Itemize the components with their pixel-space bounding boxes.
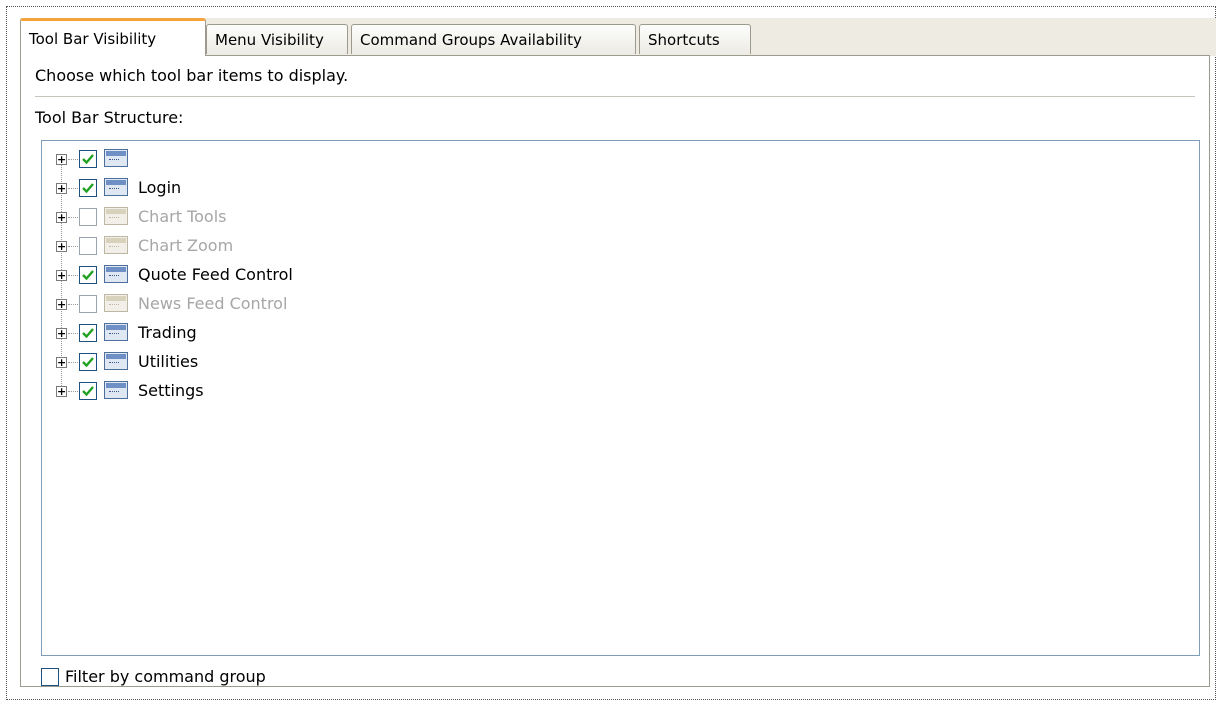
structure-label: Tool Bar Structure: [35, 108, 184, 127]
tree-connector [68, 333, 78, 334]
checked-checkbox[interactable] [79, 382, 97, 400]
toolbar-icon [104, 381, 128, 399]
expand-icon[interactable]: + [56, 154, 67, 165]
tree-item-label: Settings [138, 381, 204, 400]
toolbar-tree[interactable]: + + Login + Chart Tools + Chart Zoom + Quote Fee… [41, 140, 1200, 656]
tree-item-label: Chart Zoom [138, 236, 234, 255]
checkmark-icon [82, 154, 94, 165]
expand-icon[interactable]: + [56, 270, 67, 281]
unchecked-checkbox[interactable] [79, 295, 97, 313]
tree-connector [68, 246, 78, 247]
tree-item[interactable]: + Utilities [42, 348, 1199, 377]
tab-panel: Choose which tool bar items to display. … [20, 55, 1210, 687]
tree-connector [68, 391, 78, 392]
expand-icon[interactable]: + [56, 299, 67, 310]
filter-checkbox[interactable] [41, 667, 59, 686]
tree-connector [68, 159, 78, 160]
tree-item[interactable]: + Settings [42, 377, 1199, 406]
expand-icon[interactable]: + [56, 328, 67, 339]
filter-label: Filter by command group [65, 667, 266, 686]
tree-connector [68, 362, 78, 363]
tree-item-label: Chart Tools [138, 207, 227, 226]
tree-item[interactable]: + Login [42, 174, 1199, 203]
tree-connector [68, 217, 78, 218]
checked-checkbox[interactable] [79, 266, 97, 284]
checkmark-icon [82, 328, 94, 339]
tree-connector [68, 275, 78, 276]
tree-item-label: Utilities [138, 352, 199, 371]
checkmark-icon [82, 386, 94, 397]
filter-by-command-group[interactable]: Filter by command group [41, 667, 266, 686]
tab-command-groups-availability[interactable]: Command Groups Availability [351, 24, 636, 54]
toolbar-icon [104, 236, 128, 254]
toolbar-icon [104, 178, 128, 196]
checked-checkbox[interactable] [79, 150, 97, 168]
separator [35, 96, 1195, 98]
toolbar-icon [104, 352, 128, 370]
description-text: Choose which tool bar items to display. [35, 66, 349, 85]
tree-item-label: Quote Feed Control [138, 265, 293, 284]
toolbar-icon [104, 207, 128, 225]
tree-connector [68, 188, 78, 189]
checked-checkbox[interactable] [79, 324, 97, 342]
checkmark-icon [82, 270, 94, 281]
checked-checkbox[interactable] [79, 353, 97, 371]
tree-item[interactable]: + Quote Feed Control [42, 261, 1199, 290]
tab-menu-visibility[interactable]: Menu Visibility [206, 24, 348, 54]
tree-connector [68, 304, 78, 305]
expand-icon[interactable]: + [56, 212, 67, 223]
tree-item-label: Login [138, 178, 182, 197]
expand-icon[interactable]: + [56, 386, 67, 397]
checkmark-icon [82, 357, 94, 368]
checked-checkbox[interactable] [79, 179, 97, 197]
unchecked-checkbox[interactable] [79, 237, 97, 255]
toolbar-icon [104, 149, 128, 167]
toolbar-icon [104, 294, 128, 312]
tree-item[interactable]: + Chart Tools [42, 203, 1199, 232]
tab-tool-bar-visibility[interactable]: Tool Bar Visibility [20, 18, 206, 56]
tree-item[interactable]: + Chart Zoom [42, 232, 1199, 261]
expand-icon[interactable]: + [56, 241, 67, 252]
tree-item[interactable]: + News Feed Control [42, 290, 1199, 319]
unchecked-checkbox[interactable] [79, 208, 97, 226]
toolbar-icon [104, 323, 128, 341]
tab-bar: Tool Bar Visibility Menu Visibility Comm… [20, 18, 1216, 56]
tree-item-label: Trading [138, 323, 197, 342]
tree-item[interactable]: + [42, 145, 1199, 174]
expand-icon[interactable]: + [56, 183, 67, 194]
tree-item[interactable]: + Trading [42, 319, 1199, 348]
tab-shortcuts[interactable]: Shortcuts [639, 24, 751, 54]
checkmark-icon [82, 183, 94, 194]
toolbar-icon [104, 265, 128, 283]
tree-item-label: News Feed Control [138, 294, 288, 313]
expand-icon[interactable]: + [56, 357, 67, 368]
